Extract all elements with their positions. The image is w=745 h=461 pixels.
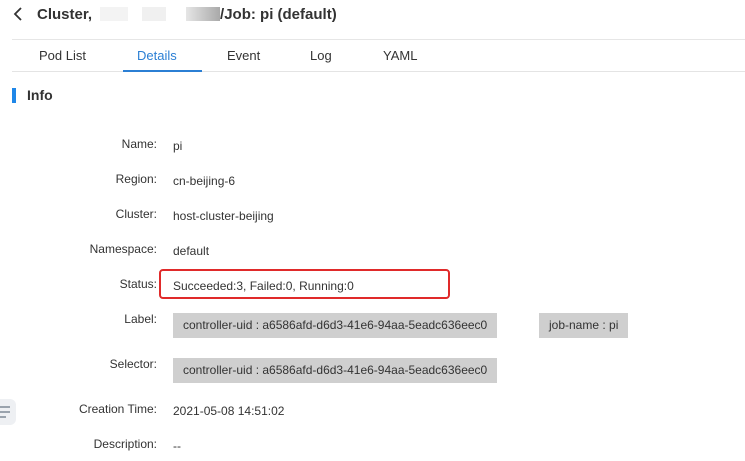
active-tab-indicator: [123, 70, 202, 72]
tab-pod-list[interactable]: Pod List: [39, 48, 86, 63]
chevron-left-icon: [13, 7, 22, 21]
label-tag: job-name : pi: [539, 313, 629, 338]
redacted-block: [142, 6, 167, 21]
tab-details[interactable]: Details: [137, 48, 177, 63]
cluster-label: Cluster:: [115, 207, 157, 221]
creation-time-label: Creation Time:: [78, 402, 157, 416]
tab-bar: Pod List Details Event Log YAML: [12, 40, 745, 72]
label-tag: controller-uid : a6586afd-d6d3-41e6-94aa…: [173, 313, 498, 338]
name-value: pi: [173, 139, 183, 153]
back-button[interactable]: [12, 6, 26, 22]
creation-time-value: 2021-05-08 14:51:02: [173, 404, 285, 418]
section-accent-bar: [12, 88, 16, 103]
status-label: Status:: [119, 277, 157, 291]
region-value: cn-beijing-6: [173, 174, 236, 188]
selector-label: Selector:: [109, 357, 157, 371]
cluster-value: host-cluster-beijing: [173, 209, 274, 223]
status-value: Succeeded:3, Failed:0, Running:0: [173, 279, 354, 293]
tab-yaml[interactable]: YAML: [383, 48, 417, 63]
redacted-block: [186, 6, 221, 21]
region-label: Region:: [115, 172, 157, 186]
description-value: --: [173, 439, 181, 453]
tab-log[interactable]: Log: [310, 48, 332, 63]
selector-tag: controller-uid : a6586afd-d6d3-41e6-94aa…: [173, 358, 498, 383]
namespace-label: Namespace:: [89, 242, 157, 256]
description-label: Description:: [93, 437, 157, 451]
label-label: Label:: [124, 312, 157, 326]
side-panel-toggle-icon[interactable]: [0, 399, 16, 425]
namespace-value: default: [173, 244, 210, 258]
name-label: Name:: [121, 137, 157, 151]
redacted-block: [100, 6, 129, 21]
section-title: Info: [27, 87, 53, 103]
page-header: Cluster, /Job: pi (default): [0, 0, 745, 30]
page-title: Cluster, /Job: pi (default): [37, 6, 337, 23]
tab-event[interactable]: Event: [227, 48, 260, 63]
title-prefix: Cluster,: [37, 6, 93, 23]
title-suffix: /Job: pi (default): [220, 6, 337, 23]
